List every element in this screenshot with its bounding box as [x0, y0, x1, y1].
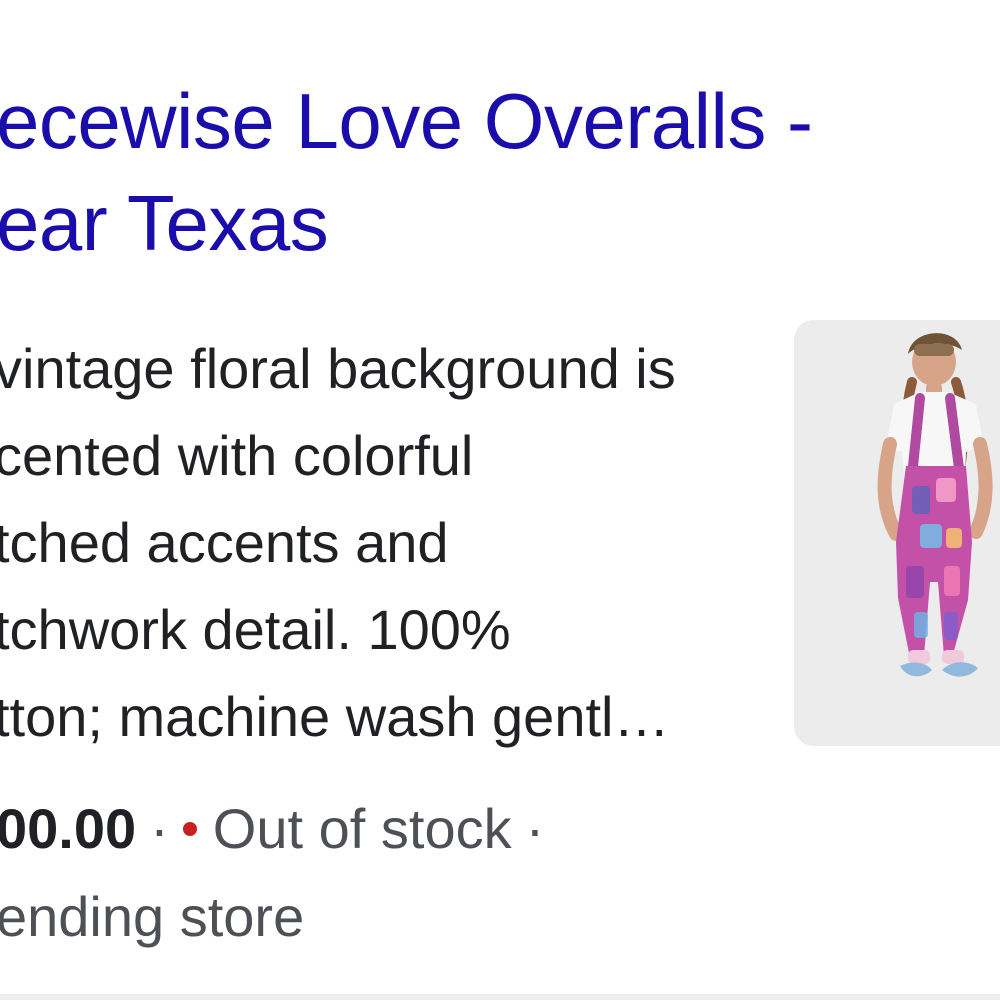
meta-separator-2: · — [525, 797, 545, 860]
stock-status-dot-icon — [182, 822, 197, 837]
result-title-line-1: ecewise Love Overalls - — [0, 77, 813, 165]
product-thumbnail[interactable] — [794, 320, 1000, 746]
snippet-line-4: tchwork detail. 100% — [0, 598, 511, 661]
bottom-divider — [0, 994, 1000, 1000]
price-text: 00.00 — [0, 797, 137, 860]
result-snippet: vintage floral background is cented with… — [0, 325, 774, 760]
stock-status-text: Out of stock — [212, 797, 512, 860]
meta-line-2: ending store — [0, 873, 976, 961]
store-text: ending store — [0, 885, 305, 948]
result-title-link[interactable]: ecewise Love Overalls - ear Texas — [0, 70, 986, 274]
meta-line-1: 00.00 · Out of stock · — [0, 785, 976, 873]
result-title-line-2: ear Texas — [0, 179, 329, 267]
result-meta: 00.00 · Out of stock · ending store — [0, 785, 976, 961]
product-photo-overalls-icon — [794, 320, 1000, 746]
snippet-line-3: tched accents and — [0, 511, 449, 574]
snippet-line-2: cented with colorful — [0, 424, 474, 487]
search-result-card: ecewise Love Overalls - ear Texas vintag… — [0, 0, 1000, 1000]
snippet-line-5: tton; machine wash gentl… — [0, 685, 670, 748]
meta-separator-1: · — [150, 797, 169, 860]
snippet-line-1: vintage floral background is — [0, 337, 676, 400]
